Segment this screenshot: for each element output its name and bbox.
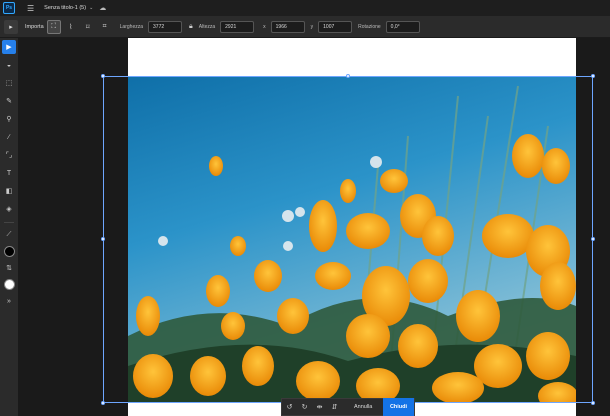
x-field[interactable]: 1966 [270,20,305,33]
flip-horizontal-button[interactable]: ⇹ [312,399,327,415]
chevron-down-icon[interactable]: ⌄ [89,5,93,11]
paint-bucket-tool[interactable]: ◧ [2,184,16,198]
height-field[interactable]: 2921 [220,20,255,33]
distort-icon: ⌑ [85,23,90,31]
chevron-right-icon: » [7,297,11,305]
poppy-photo [128,76,576,403]
width-label: Larghezza [119,23,144,30]
redo-button[interactable]: ↻ [297,399,312,415]
brush-icon: ∕ [8,133,10,141]
tools-panel: ▶ ◒ ⬚ ✎ ⚲ ∕ ⌜⌟ T ◧ ◈ ⟋ ⇅ » [0,38,18,416]
cancel-button[interactable]: Annulla [348,404,378,410]
y-field[interactable]: 1007 [318,20,353,33]
distort-mode-button[interactable]: ⌑ [81,20,95,34]
flip-horizontal-icon: ⇹ [316,404,323,411]
move-tool-indicator[interactable]: ▸ [4,19,18,34]
spot-healing-tool[interactable]: ✎ [2,94,16,108]
cloud-icon[interactable]: ☁ [99,4,106,12]
placed-image[interactable] [128,76,576,403]
app-logo[interactable]: Ps [3,2,15,14]
type-icon: T [6,169,12,177]
perspective-icon: ⌗ [102,22,107,30]
warp-mode-button[interactable]: ⌇ [64,20,78,34]
options-bar: ▸ Importa ⛶ ⌇ ⌑ ⌗ Larghezza 3772 🔒︎ Alte… [0,16,610,38]
hamburger-icon[interactable]: ☰ [27,4,34,13]
object-select-icon: ⬚ [5,80,13,87]
transform-icon: ⛶ [51,22,57,30]
lock-icon[interactable]: 🔒︎ [189,23,193,31]
shape-tool[interactable]: ◈ [2,202,16,216]
x-label: x [263,23,266,30]
document-title[interactable]: Senza titolo-1 (5) [44,5,86,11]
undo-button[interactable]: ↺ [282,399,297,415]
background-color-swatch[interactable] [3,279,15,290]
crop-icon: ⌜⌟ [5,152,13,159]
crop-tool[interactable]: ⌜⌟ [2,148,16,162]
brush-tool[interactable]: ∕ [2,130,16,144]
swap-colors-button[interactable]: ⇅ [2,261,16,275]
rotation-field[interactable]: 0,0° [385,20,420,33]
selection-tool[interactable]: ◒ [2,58,16,72]
width-field[interactable]: 3772 [148,20,183,33]
done-button[interactable]: Chiudi [383,398,414,416]
warp-icon: ⌇ [68,23,73,31]
perspective-mode-button[interactable]: ⌗ [98,20,112,34]
bucket-icon: ◧ [5,188,13,195]
healing-icon: ✎ [6,98,12,105]
flip-vertical-button[interactable]: ⇵ [327,399,342,415]
height-label: Altezza [198,23,216,30]
tools-divider [4,222,14,223]
swap-icon: ⇅ [6,265,12,272]
foreground-color-swatch[interactable] [3,246,15,257]
type-tool[interactable]: T [2,166,16,180]
transform-action-bar: ↺ ↻ ⇹ ⇵ Annulla Chiudi [281,398,415,416]
undo-icon: ↺ [286,404,293,411]
rotation-label: Rotazione [358,23,381,30]
shape-icon: ◈ [6,206,12,213]
app-topbar: Ps ☰ Senza titolo-1 (5) ⌄ ☁ [0,0,610,16]
quick-selection-icon: ◒ [6,61,12,69]
import-label: Importa [25,23,44,30]
move-tool[interactable]: ▶ [2,40,16,54]
move-tool-icon: ▶ [6,44,12,51]
flip-vertical-icon: ⇵ [331,404,338,411]
clone-stamp-tool[interactable]: ⚲ [2,112,16,126]
object-select-tool[interactable]: ⬚ [2,76,16,90]
eyedropper-tool[interactable]: ⟋ [2,228,16,242]
y-label: y [310,23,314,30]
redo-icon: ↻ [301,404,308,411]
more-tools-button[interactable]: » [2,294,16,308]
stamp-icon: ⚲ [6,116,12,123]
eyedropper-icon: ⟋ [6,231,12,238]
move-icon: ▸ [9,23,13,31]
transform-mode-button[interactable]: ⛶ [46,19,61,34]
